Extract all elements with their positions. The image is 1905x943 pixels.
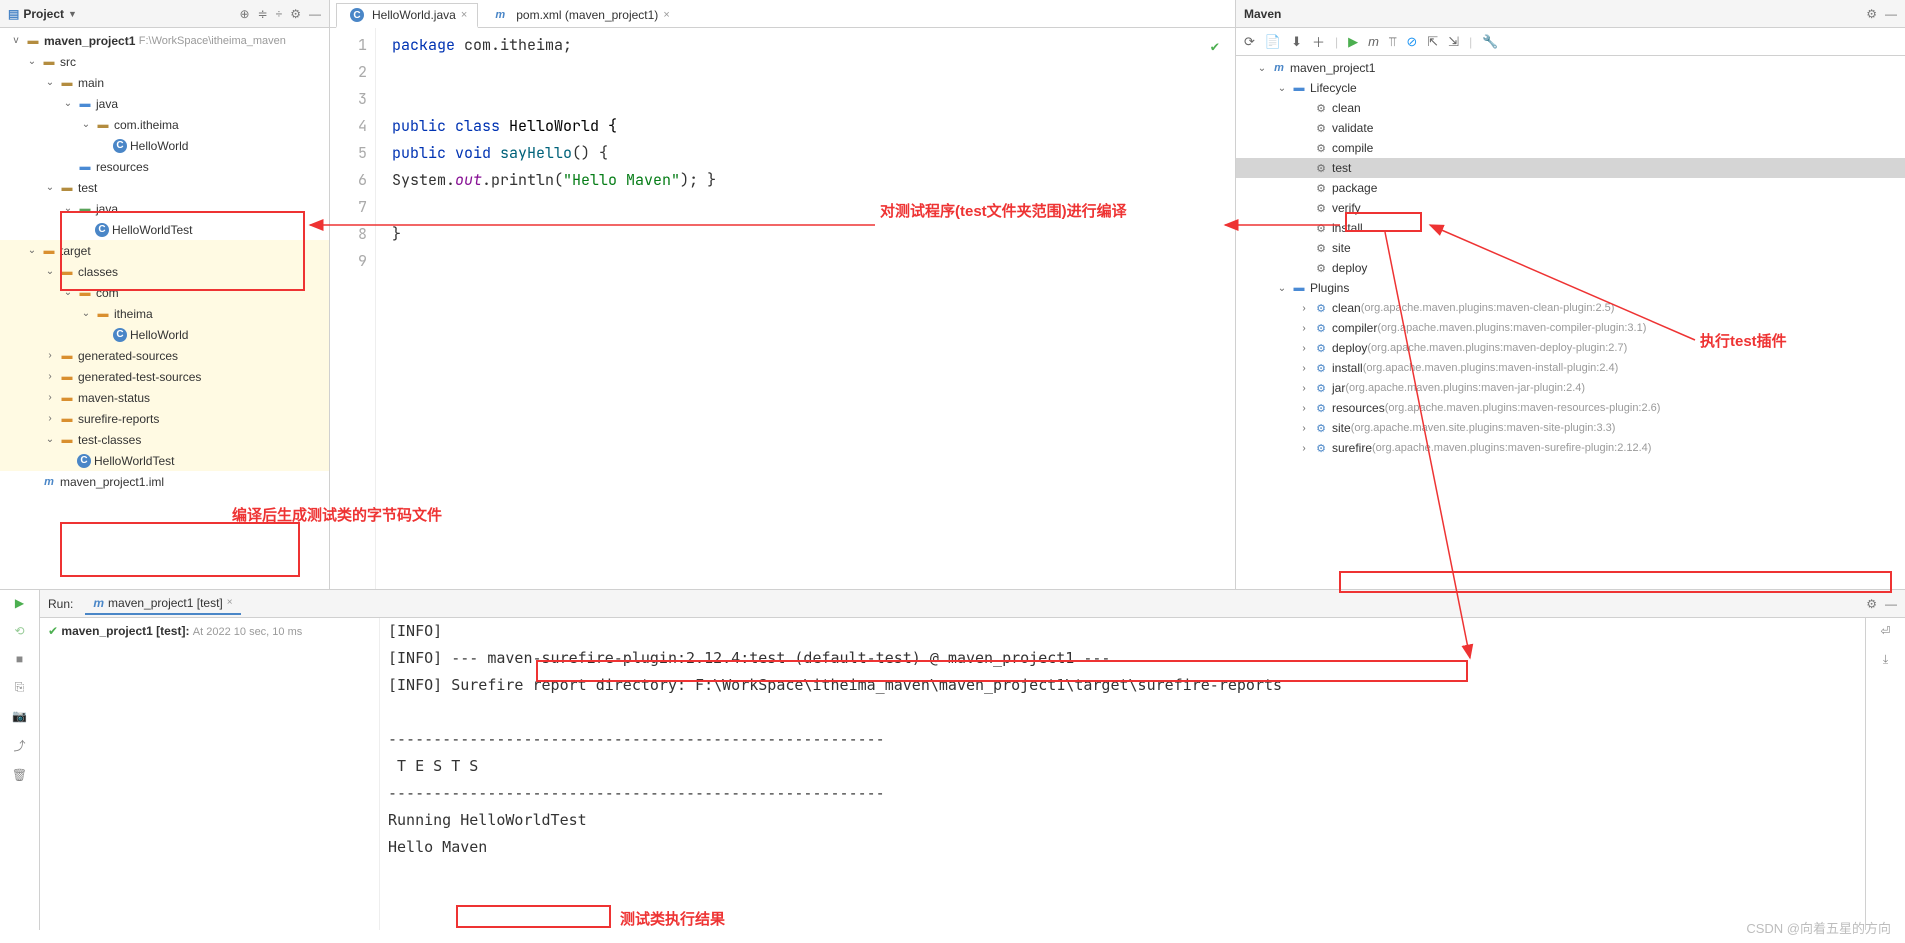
tree-item-test[interactable]: ⌄▬test [0, 177, 329, 198]
pause-icon[interactable]: ■ [16, 652, 23, 666]
run-panel: ▶ ⟲ ■ ⎘ 📷 ⤴ 🗑 Run: m maven_project1 [tes… [0, 590, 1905, 930]
maven-item-deploy[interactable]: ›⚙deploy (org.apache.maven.plugins:maven… [1236, 338, 1905, 358]
maven-item-jar[interactable]: ›⚙jar (org.apache.maven.plugins:maven-ja… [1236, 378, 1905, 398]
maven-item-validate[interactable]: ⚙validate [1236, 118, 1905, 138]
maven-hide-icon[interactable]: — [1885, 7, 1897, 21]
tree-item-itheima[interactable]: ⌄▬itheima [0, 303, 329, 324]
maven-item-test[interactable]: ⚙test [1236, 158, 1905, 178]
expand-icon[interactable]: ≑ [258, 7, 268, 21]
tree-item-generated-test-sources[interactable]: ›▬generated-test-sources [0, 366, 329, 387]
soft-wrap-icon[interactable]: ⏎ [1880, 624, 1890, 638]
tree-item-resources[interactable]: ▬resources [0, 156, 329, 177]
settings-icon[interactable]: ⚙ [290, 7, 301, 21]
tab-HelloWorld.java[interactable]: CHelloWorld.java× [336, 3, 478, 28]
generate-icon[interactable]: 📄 [1265, 34, 1281, 50]
anno-2: 执行test插件 [1700, 330, 1787, 351]
rerun-icon[interactable]: ▶ [15, 596, 24, 610]
maven-panel: Maven ⚙ — ⟳ 📄 ⬇ ＋ | ▶ m ⫪ ⊘ ⇱ ⇲ | 🔧 ⌄mma… [1235, 0, 1905, 589]
anno-3: 编译后生成测试类的字节码文件 [232, 504, 442, 525]
anno-1: 对测试程序(test文件夹范围)进行编译 [880, 200, 1127, 221]
run-label: Run: [48, 597, 73, 611]
maven-title: Maven [1244, 7, 1281, 21]
expand-m-icon[interactable]: ⇲ [1448, 34, 1459, 50]
run-console[interactable]: [INFO] [INFO] --- maven-surefire-plugin:… [380, 618, 1865, 930]
run-hide-icon[interactable]: — [1885, 597, 1897, 611]
scroll-icon[interactable]: ⤓ [1883, 652, 1888, 667]
run-icon[interactable]: ▶ [1348, 34, 1358, 50]
tree-item-com.itheima[interactable]: ⌄▬com.itheima [0, 114, 329, 135]
reload-icon[interactable]: ⟳ [1244, 34, 1255, 50]
maven-item-site[interactable]: ⚙site [1236, 238, 1905, 258]
watermark: CSDN @向着五星的方向 [1746, 918, 1891, 937]
editor: CHelloWorld.java×mpom.xml (maven_project… [330, 0, 1235, 589]
tree-item-src[interactable]: ⌄▬src [0, 51, 329, 72]
locate-icon[interactable]: ⊕ [240, 7, 250, 21]
tree-item-HelloWorldTest[interactable]: CHelloWorldTest [0, 450, 329, 471]
project-title[interactable]: ▤ Project ▼ [8, 7, 77, 21]
maven-item-resources[interactable]: ›⚙resources (org.apache.maven.plugins:ma… [1236, 398, 1905, 418]
maven-item-maven_project1[interactable]: ⌄mmaven_project1 [1236, 58, 1905, 78]
maven-toolbar: ⟳ 📄 ⬇ ＋ | ▶ m ⫪ ⊘ ⇱ ⇲ | 🔧 [1236, 28, 1905, 56]
run-right-toolbar: ⏎ ⤓ [1865, 618, 1905, 930]
maven-item-surefire[interactable]: ›⚙surefire (org.apache.maven.plugins:mav… [1236, 438, 1905, 458]
run-left-toolbar: ▶ ⟲ ■ ⎘ 📷 ⤴ 🗑 [0, 590, 40, 930]
tree-item-surefire-reports[interactable]: ›▬surefire-reports [0, 408, 329, 429]
tree-item-HelloWorldTest[interactable]: CHelloWorldTest [0, 219, 329, 240]
tree-item-HelloWorld[interactable]: CHelloWorld [0, 324, 329, 345]
project-root[interactable]: v ▬ maven_project1 F:\WorkSpace\itheima_… [0, 30, 329, 51]
add-icon[interactable]: ＋ [1312, 32, 1325, 51]
editor-body[interactable]: 123456789 ✔ package com.itheima; public … [330, 28, 1235, 589]
maven-item-compile[interactable]: ⚙compile [1236, 138, 1905, 158]
maven-tree[interactable]: ⌄mmaven_project1⌄▬Lifecycle⚙clean⚙valida… [1236, 56, 1905, 589]
run-settings-icon[interactable]: ⚙ [1866, 597, 1877, 611]
run-tab[interactable]: m maven_project1 [test] × [85, 593, 240, 615]
download-icon[interactable]: ⬇ [1291, 34, 1302, 50]
maven-item-install[interactable]: ›⚙install (org.apache.maven.plugins:mave… [1236, 358, 1905, 378]
tree-item-com[interactable]: ⌄▬com [0, 282, 329, 303]
project-panel: ▤ Project ▼ ⊕ ≑ ÷ ⚙ — v ▬ maven_project1… [0, 0, 330, 589]
tree-item-generated-sources[interactable]: ›▬generated-sources [0, 345, 329, 366]
tree-item-HelloWorld[interactable]: CHelloWorld [0, 135, 329, 156]
stop-icon[interactable]: ⟲ [14, 624, 24, 638]
editor-tabs: CHelloWorld.java×mpom.xml (maven_project… [330, 0, 1235, 28]
offline-icon[interactable]: ⊘ [1406, 34, 1417, 50]
tree-item-java[interactable]: ⌄▬java [0, 198, 329, 219]
run-header: Run: m maven_project1 [test] × ⚙ — [40, 590, 1905, 618]
tree-item-maven-status[interactable]: ›▬maven-status [0, 387, 329, 408]
toggle-icon[interactable]: ⫪ [1389, 34, 1396, 50]
maven-item-site[interactable]: ›⚙site (org.apache.maven.site.plugins:ma… [1236, 418, 1905, 438]
wrench-icon[interactable]: 🔧 [1482, 34, 1498, 50]
maven-item-clean[interactable]: ›⚙clean (org.apache.maven.plugins:maven-… [1236, 298, 1905, 318]
maven-header: Maven ⚙ — [1236, 0, 1905, 28]
code-area[interactable]: ✔ package com.itheima; public class Hell… [376, 28, 1235, 589]
tree-item-maven_project1.iml[interactable]: mmaven_project1.iml [0, 471, 329, 492]
tree-item-test-classes[interactable]: ⌄▬test-classes [0, 429, 329, 450]
hide-icon[interactable]: — [309, 7, 321, 21]
collapse-m-icon[interactable]: ⇱ [1427, 34, 1438, 50]
exit-icon[interactable]: ⎘ [15, 680, 25, 695]
tree-item-main[interactable]: ⌄▬main [0, 72, 329, 93]
maven-item-compiler[interactable]: ›⚙compiler (org.apache.maven.plugins:mav… [1236, 318, 1905, 338]
tree-item-classes[interactable]: ⌄▬classes [0, 261, 329, 282]
maven-item-Plugins[interactable]: ⌄▬Plugins [1236, 278, 1905, 298]
tree-item-java[interactable]: ⌄▬java [0, 93, 329, 114]
tree-item-target[interactable]: ⌄▬target [0, 240, 329, 261]
tab-pom.xml (maven_project1)[interactable]: mpom.xml (maven_project1)× [478, 2, 681, 27]
anno-4: 测试类执行结果 [620, 908, 725, 929]
maven-item-package[interactable]: ⚙package [1236, 178, 1905, 198]
inspection-ok-icon: ✔ [1211, 34, 1219, 61]
maven-item-deploy[interactable]: ⚙deploy [1236, 258, 1905, 278]
maven-item-install[interactable]: ⚙install [1236, 218, 1905, 238]
maven-settings-icon[interactable]: ⚙ [1866, 7, 1877, 21]
export-icon[interactable]: ⤴ [13, 737, 25, 754]
maven-item-Lifecycle[interactable]: ⌄▬Lifecycle [1236, 78, 1905, 98]
camera-icon[interactable]: 📷 [12, 709, 27, 723]
trash-icon[interactable]: 🗑 [12, 768, 27, 782]
collapse-icon[interactable]: ÷ [276, 7, 283, 21]
run-result-tree[interactable]: ✔ maven_project1 [test]: At 2022 10 sec,… [40, 618, 380, 930]
project-header: ▤ Project ▼ ⊕ ≑ ÷ ⚙ — [0, 0, 329, 28]
maven-item-verify[interactable]: ⚙verify [1236, 198, 1905, 218]
m-icon[interactable]: m [1368, 34, 1379, 49]
maven-item-clean[interactable]: ⚙clean [1236, 98, 1905, 118]
